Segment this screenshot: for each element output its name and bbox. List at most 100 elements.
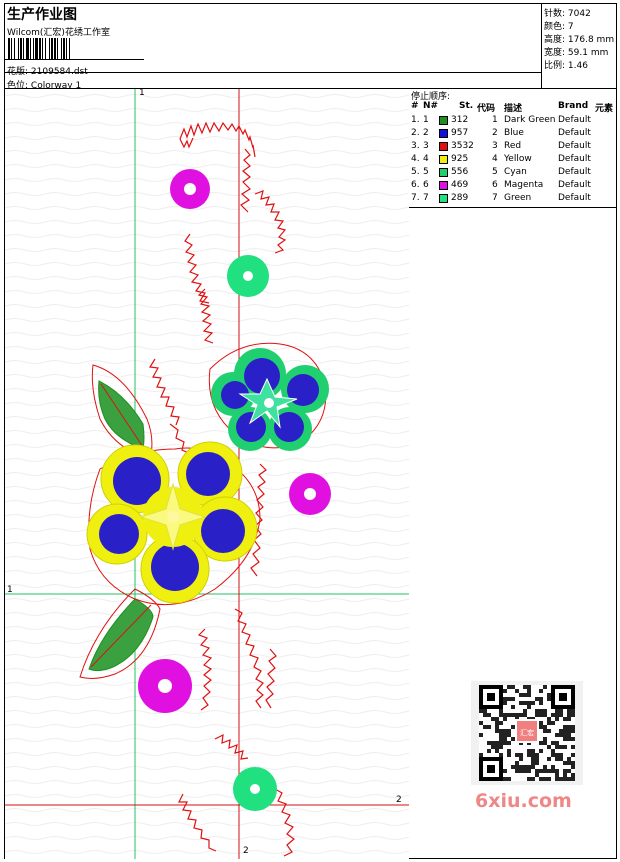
qr-module [531, 757, 535, 761]
table-row[interactable]: 1. 1 312 1 Dark Green Default [409, 115, 617, 128]
row-index: 7. [411, 193, 420, 203]
row-stitches: 556 [451, 167, 469, 177]
row-index: 5. [411, 167, 420, 177]
row-brand: Default [558, 115, 591, 125]
qr-module [479, 721, 483, 725]
qr-module [519, 693, 523, 697]
qr-module [491, 717, 495, 721]
qr-module [495, 741, 499, 745]
color-swatch [439, 142, 448, 151]
stat-scale: 比例: 1.46 [544, 61, 588, 71]
qr-module [563, 737, 567, 741]
row-index: 2. [411, 128, 420, 138]
qr-module [503, 769, 507, 773]
color-swatch [439, 129, 448, 138]
qr-module [499, 709, 503, 713]
qr-module [567, 737, 571, 741]
table-row[interactable]: 4. 4 925 4 Yellow Default [409, 154, 617, 167]
qr-module [523, 701, 527, 705]
color-swatch [439, 155, 448, 164]
qr-module [487, 749, 491, 753]
row-index: 3. [411, 141, 420, 151]
qr-module [483, 713, 487, 717]
qr-module [559, 777, 563, 781]
stat-width: 宽度: 59.1 mm [544, 48, 609, 58]
qr-module [511, 765, 515, 769]
qr-module [503, 717, 507, 721]
flower-magenta-bottom [138, 659, 192, 713]
row-brand: Default [558, 180, 591, 190]
qr-module [527, 689, 531, 693]
qr-module [547, 757, 551, 761]
watermark: 6xiu.com [475, 790, 572, 812]
qr-module [555, 709, 559, 713]
qr-module [567, 729, 571, 733]
qr-module [511, 737, 515, 741]
qr-module [531, 765, 535, 769]
qr-module [519, 713, 523, 717]
qr-module [555, 733, 559, 737]
qr-module [559, 713, 563, 717]
qr-module [503, 733, 507, 737]
qr-module [499, 741, 503, 745]
qr-module [527, 777, 531, 781]
qr-module [527, 685, 531, 689]
color-swatch [439, 194, 448, 203]
qr-module [535, 757, 539, 761]
qr-code: 汇宏 [471, 681, 583, 785]
qr-module [523, 709, 527, 713]
qr-module [507, 753, 511, 757]
qr-module [507, 685, 511, 689]
qr-module [511, 685, 515, 689]
qr-module [507, 733, 511, 737]
qr-module [555, 745, 559, 749]
qr-module [571, 777, 575, 781]
qr-module [483, 725, 487, 729]
table-row[interactable]: 7. 7 289 7 Green Default [409, 193, 617, 206]
design-canvas[interactable]: 1 1 2 2 [5, 88, 409, 859]
qr-module [559, 709, 563, 713]
table-row[interactable]: 6. 6 469 6 Magenta Default [409, 180, 617, 193]
qr-module [539, 777, 543, 781]
table-row[interactable]: 5. 5 556 5 Cyan Default [409, 167, 617, 180]
qr-code-graphic: 汇宏 [479, 685, 575, 781]
qr-module [567, 769, 571, 773]
qr-module [499, 729, 503, 733]
qr-module [519, 753, 523, 757]
qr-module [515, 689, 519, 693]
qr-module [503, 701, 507, 705]
flower-green-top [227, 255, 269, 297]
qr-module [535, 761, 539, 765]
qr-module [535, 769, 539, 773]
qr-module [563, 761, 567, 765]
row-stitches: 312 [451, 115, 469, 125]
qr-module [479, 733, 483, 737]
qr-module [539, 689, 543, 693]
table-row[interactable]: 2. 2 957 2 Blue Default [409, 128, 617, 141]
qr-module [559, 745, 563, 749]
qr-module [555, 757, 559, 761]
qr-module [507, 729, 511, 733]
qr-module [567, 709, 571, 713]
qr-module [539, 749, 543, 753]
row-code: 6 [492, 180, 498, 190]
qr-module [547, 729, 551, 733]
table-row[interactable]: 3. 3 3532 3 Red Default [409, 141, 617, 154]
row-index: 6. [411, 180, 420, 190]
qr-module [563, 773, 567, 777]
header-info: 生产作业图 Wilcom(汇宏)花绣工作室 花版: 2109584.dst 色位… [5, 4, 541, 91]
qr-module [555, 777, 559, 781]
barcode-divider [4, 59, 144, 60]
qr-module [567, 761, 571, 765]
row-brand: Default [558, 154, 591, 164]
qr-module [499, 721, 503, 725]
qr-module [571, 737, 575, 741]
row-desc: Blue [504, 128, 524, 138]
qr-module [491, 745, 495, 749]
qr-module [507, 697, 511, 701]
qr-module [551, 753, 555, 757]
flower-green-bottom [233, 767, 277, 811]
qr-module [563, 725, 567, 729]
row-desc: Red [504, 141, 522, 151]
qr-module [527, 705, 531, 709]
